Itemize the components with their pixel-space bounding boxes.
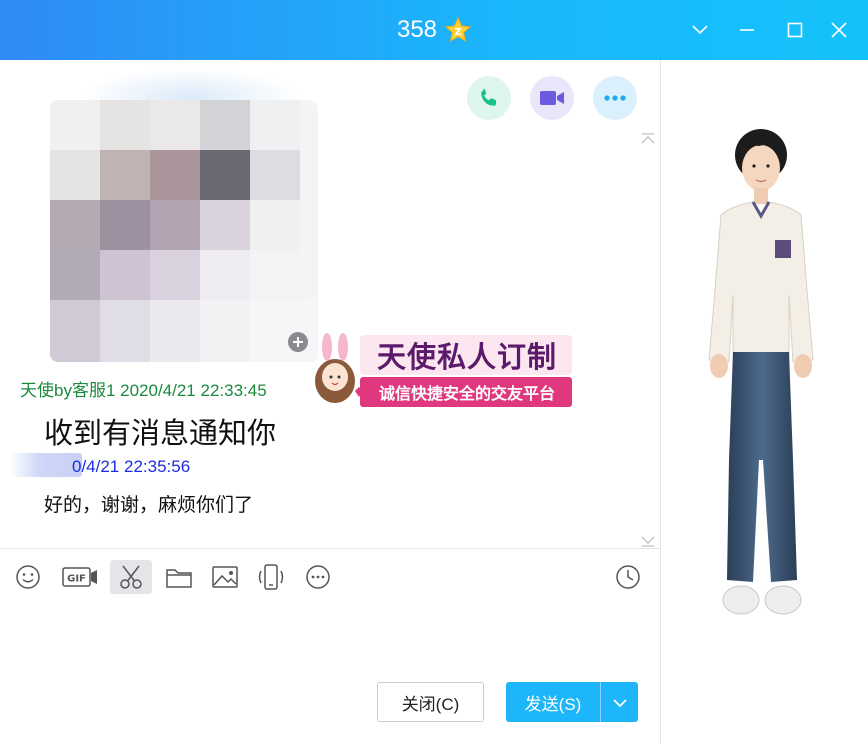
history-clock-icon[interactable] <box>611 560 645 594</box>
scroll-up-icon[interactable] <box>640 130 656 144</box>
character-figure <box>708 129 814 615</box>
svg-text:GIF: GIF <box>67 574 86 585</box>
message-input[interactable] <box>0 600 660 670</box>
banner-subtitle: 诚信快捷安全的交友平台 <box>378 384 555 403</box>
chevron-down-icon[interactable] <box>684 14 716 46</box>
message-text: 收到有消息通知你 <box>44 418 277 450</box>
close-icon[interactable] <box>823 14 855 46</box>
banner-title: 天使私人订制 <box>376 340 557 374</box>
chevron-down-icon <box>612 693 627 712</box>
window-title: 358 <box>396 16 438 43</box>
input-separator <box>0 548 660 549</box>
scroll-down-icon[interactable] <box>640 532 656 547</box>
shared-image[interactable] <box>50 100 318 362</box>
send-button[interactable]: 发送(S) <box>506 682 600 722</box>
emoji-icon[interactable] <box>11 560 45 594</box>
show-avatar-pane <box>660 60 868 744</box>
more-dots-icon[interactable] <box>301 560 335 594</box>
svg-text:Z: Z <box>454 27 461 38</box>
close-button[interactable]: 关闭(C) <box>377 682 484 722</box>
message-sender-time: 天使by客服1 2020/4/21 22:33:45 <box>20 381 267 400</box>
title-bar: 358 Z <box>0 0 868 60</box>
shake-icon[interactable] <box>254 560 288 594</box>
star-badge-icon: Z <box>444 16 472 43</box>
message-list[interactable]: 天使by客服1 2020/4/21 22:33:45 收到有消息通知你 0/4/… <box>0 60 660 550</box>
message-text: 好的，谢谢，麻烦你们了 <box>44 495 254 516</box>
folder-icon[interactable] <box>162 560 196 594</box>
gif-icon[interactable]: GIF <box>60 560 100 594</box>
minimize-icon[interactable] <box>731 14 763 46</box>
image-icon[interactable] <box>208 560 242 594</box>
maximize-icon[interactable] <box>779 14 811 46</box>
watermark-banner: 天使私人订制 诚信快捷安全的交友平台 <box>305 333 575 409</box>
scissors-icon[interactable] <box>110 560 152 594</box>
send-options-button[interactable] <box>600 682 638 722</box>
message-sender-time: 0/4/21 22:35:56 <box>72 457 191 476</box>
